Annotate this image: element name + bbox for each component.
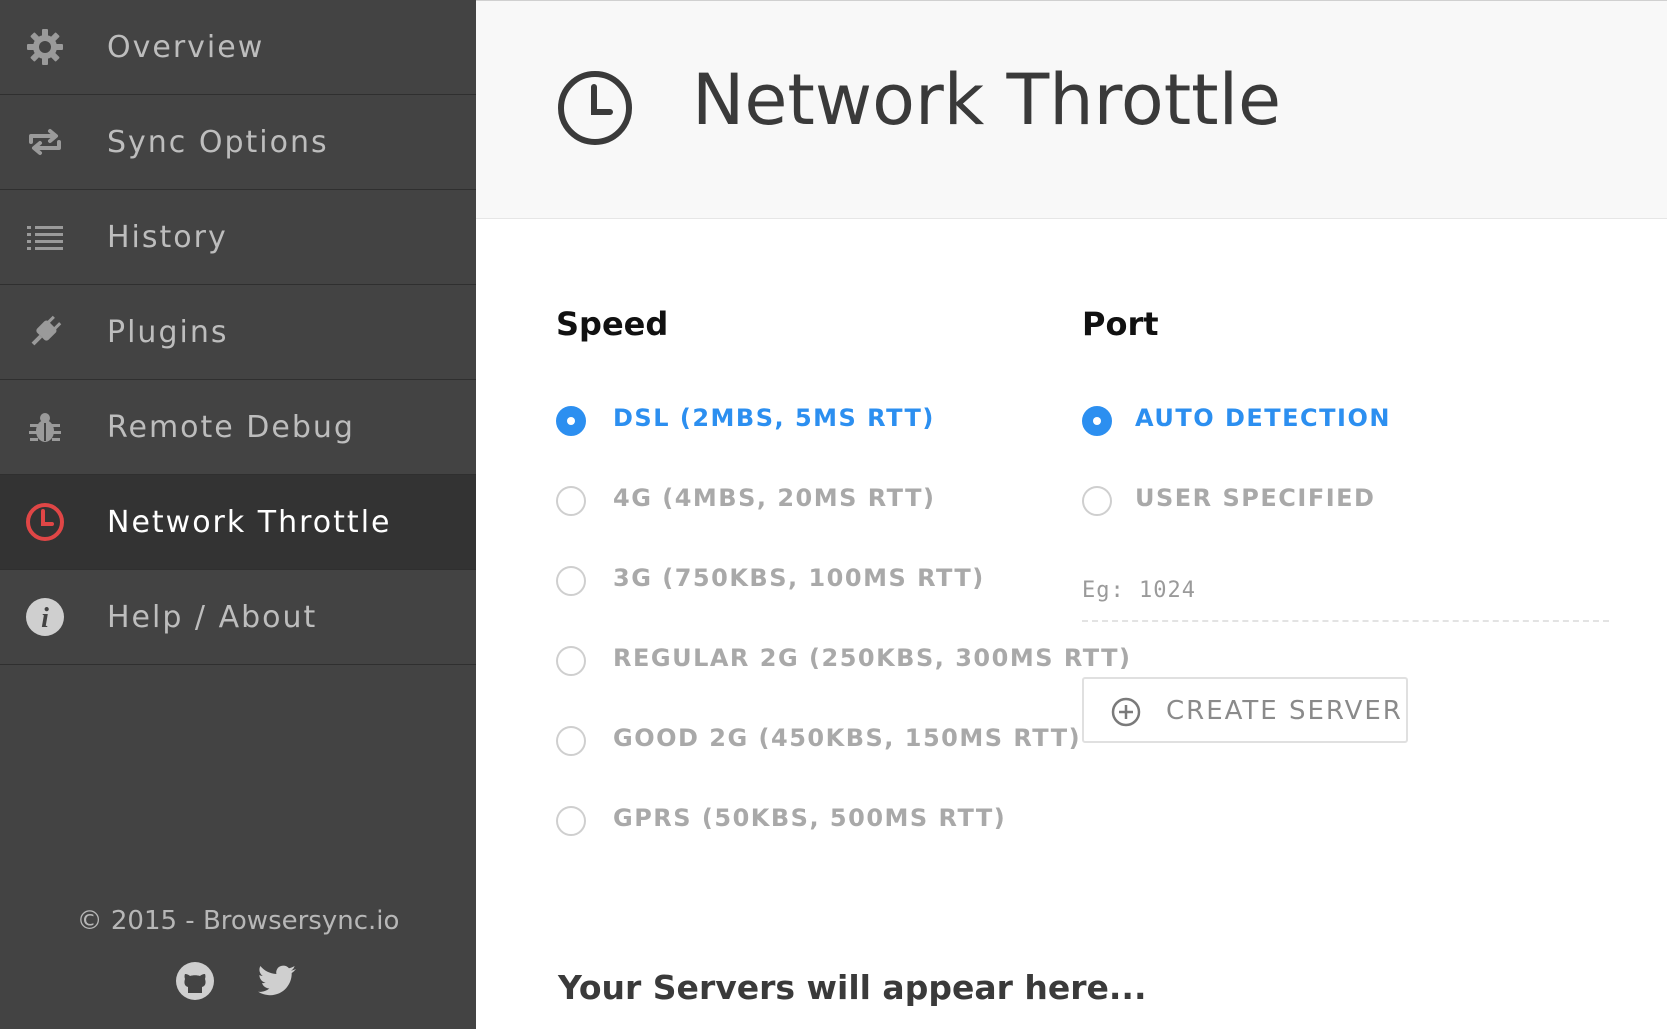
sidebar-item-sync-options[interactable]: Sync Options xyxy=(0,95,476,190)
speed-option-label[interactable]: 4G (4MBS, 20MS RTT) xyxy=(613,484,935,512)
sidebar-item-overview[interactable]: Overview xyxy=(0,0,476,95)
speed-option-label[interactable]: REGULAR 2G (250KBS, 300MS RTT) xyxy=(613,644,1132,672)
clock-icon xyxy=(22,499,68,545)
speed-option-label[interactable]: GPRS (50KBS, 500MS RTT) xyxy=(613,804,1006,832)
page-title: Network Throttle xyxy=(692,59,1282,141)
main-panel: Network Throttle Speed DSL (2MBS, 5MS RT… xyxy=(476,0,1667,1029)
radio-speed-good-2g[interactable] xyxy=(556,726,586,756)
page-header: Network Throttle xyxy=(476,0,1667,219)
sidebar-item-label: Plugins xyxy=(107,314,229,350)
servers-placeholder: Your Servers will appear here... xyxy=(558,968,1147,1007)
sidebar-nav: Overview Sync Options History Plugins Re… xyxy=(0,0,476,665)
speed-title: Speed xyxy=(556,305,669,343)
sidebar-item-plugins[interactable]: Plugins xyxy=(0,285,476,380)
port-title: Port xyxy=(1082,305,1159,343)
speed-option-label[interactable]: 3G (750KBS, 100MS RTT) xyxy=(613,564,985,592)
sidebar: Overview Sync Options History Plugins Re… xyxy=(0,0,476,1029)
sync-icon xyxy=(22,119,68,165)
sidebar-item-label: History xyxy=(107,219,228,255)
plus-circle-icon xyxy=(1110,696,1142,728)
sidebar-item-label: Help / About xyxy=(107,599,318,635)
radio-speed-gprs[interactable] xyxy=(556,806,586,836)
sidebar-item-label: Remote Debug xyxy=(107,409,355,445)
copyright-text: © 2015 - Browsersync.io xyxy=(76,906,400,936)
github-icon[interactable] xyxy=(172,958,218,1004)
radio-speed-regular-2g[interactable] xyxy=(556,646,586,676)
port-option-label[interactable]: USER SPECIFIED xyxy=(1135,484,1375,512)
radio-speed-3g[interactable] xyxy=(556,566,586,596)
clock-icon xyxy=(556,69,634,147)
create-server-button[interactable]: CREATE SERVER xyxy=(1082,677,1408,743)
radio-port-user[interactable] xyxy=(1082,486,1112,516)
bug-icon xyxy=(22,404,68,450)
info-icon: i xyxy=(22,594,68,640)
sidebar-item-label: Network Throttle xyxy=(107,504,392,540)
gear-icon xyxy=(22,24,68,70)
sidebar-item-label: Sync Options xyxy=(107,124,329,160)
social-links xyxy=(0,958,476,1008)
port-input[interactable] xyxy=(1082,560,1609,622)
sidebar-item-network-throttle[interactable]: Network Throttle xyxy=(0,475,476,570)
radio-speed-4g[interactable] xyxy=(556,486,586,516)
radio-speed-dsl[interactable] xyxy=(556,406,586,436)
create-server-label: CREATE SERVER xyxy=(1166,696,1403,726)
speed-option-label[interactable]: DSL (2MBS, 5MS RTT) xyxy=(613,404,935,432)
speed-option-label[interactable]: GOOD 2G (450KBS, 150MS RTT) xyxy=(613,724,1081,752)
sidebar-item-label: Overview xyxy=(107,29,265,65)
radio-port-auto[interactable] xyxy=(1082,406,1112,436)
twitter-icon[interactable] xyxy=(255,958,301,1004)
sidebar-item-help-about[interactable]: i Help / About xyxy=(0,570,476,665)
sidebar-item-remote-debug[interactable]: Remote Debug xyxy=(0,380,476,475)
svg-text:i: i xyxy=(41,603,49,634)
plug-icon xyxy=(22,309,68,355)
sidebar-item-history[interactable]: History xyxy=(0,190,476,285)
port-option-label[interactable]: AUTO DETECTION xyxy=(1135,404,1391,432)
list-icon xyxy=(22,214,68,260)
